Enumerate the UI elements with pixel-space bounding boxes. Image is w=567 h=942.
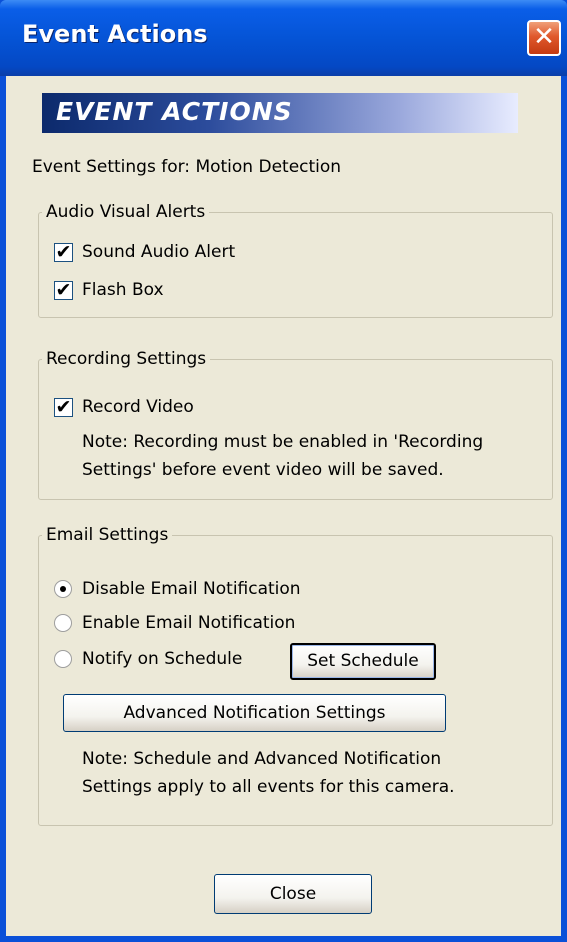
advanced-notification-settings-button[interactable]: Advanced Notification Settings	[63, 694, 446, 732]
recording-note-line1: Note: Recording must be enabled in 'Reco…	[82, 432, 484, 452]
banner-title: EVENT ACTIONS	[56, 97, 293, 126]
close-button[interactable]: Close	[214, 874, 372, 914]
title-bar[interactable]: Event Actions ✕	[0, 0, 567, 76]
event-settings-label: Event Settings for: Motion Detection	[32, 157, 342, 177]
email-note-line1: Note: Schedule and Advanced Notification	[82, 749, 442, 769]
audio-visual-alerts-legend: Audio Visual Alerts	[42, 202, 210, 222]
radio-selected-dot	[60, 586, 66, 592]
event-actions-dialog: Event Actions ✕ EVENT ACTIONS Event Sett…	[0, 0, 567, 942]
check-icon: ✔	[55, 396, 72, 418]
sound-audio-alert-label[interactable]: Sound Audio Alert	[82, 242, 235, 262]
check-icon: ✔	[55, 279, 72, 301]
notify-on-schedule-label[interactable]: Notify on Schedule	[82, 649, 242, 669]
set-schedule-button[interactable]: Set Schedule	[290, 643, 436, 680]
notify-on-schedule-radio[interactable]	[54, 650, 72, 668]
email-note-line2: Settings apply to all events for this ca…	[82, 777, 455, 797]
sound-audio-alert-checkbox[interactable]: ✔	[54, 241, 73, 263]
disable-email-radio[interactable]	[54, 580, 72, 598]
check-icon: ✔	[55, 241, 72, 263]
disable-email-label[interactable]: Disable Email Notification	[82, 579, 301, 599]
section-banner: EVENT ACTIONS	[42, 93, 518, 133]
flash-box-label[interactable]: Flash Box	[82, 280, 164, 300]
recording-note-line2: Settings' before event video will be sav…	[82, 460, 444, 480]
enable-email-label[interactable]: Enable Email Notification	[82, 613, 295, 633]
close-window-icon[interactable]: ✕	[527, 20, 561, 56]
email-settings-legend: Email Settings	[42, 525, 173, 545]
recording-settings-legend: Recording Settings	[42, 349, 211, 369]
flash-box-checkbox[interactable]: ✔	[54, 279, 73, 301]
audio-visual-alerts-group	[38, 212, 553, 318]
record-video-label[interactable]: Record Video	[82, 397, 194, 417]
enable-email-radio[interactable]	[54, 614, 72, 632]
window-title: Event Actions	[22, 20, 208, 48]
record-video-checkbox[interactable]: ✔	[54, 396, 73, 418]
